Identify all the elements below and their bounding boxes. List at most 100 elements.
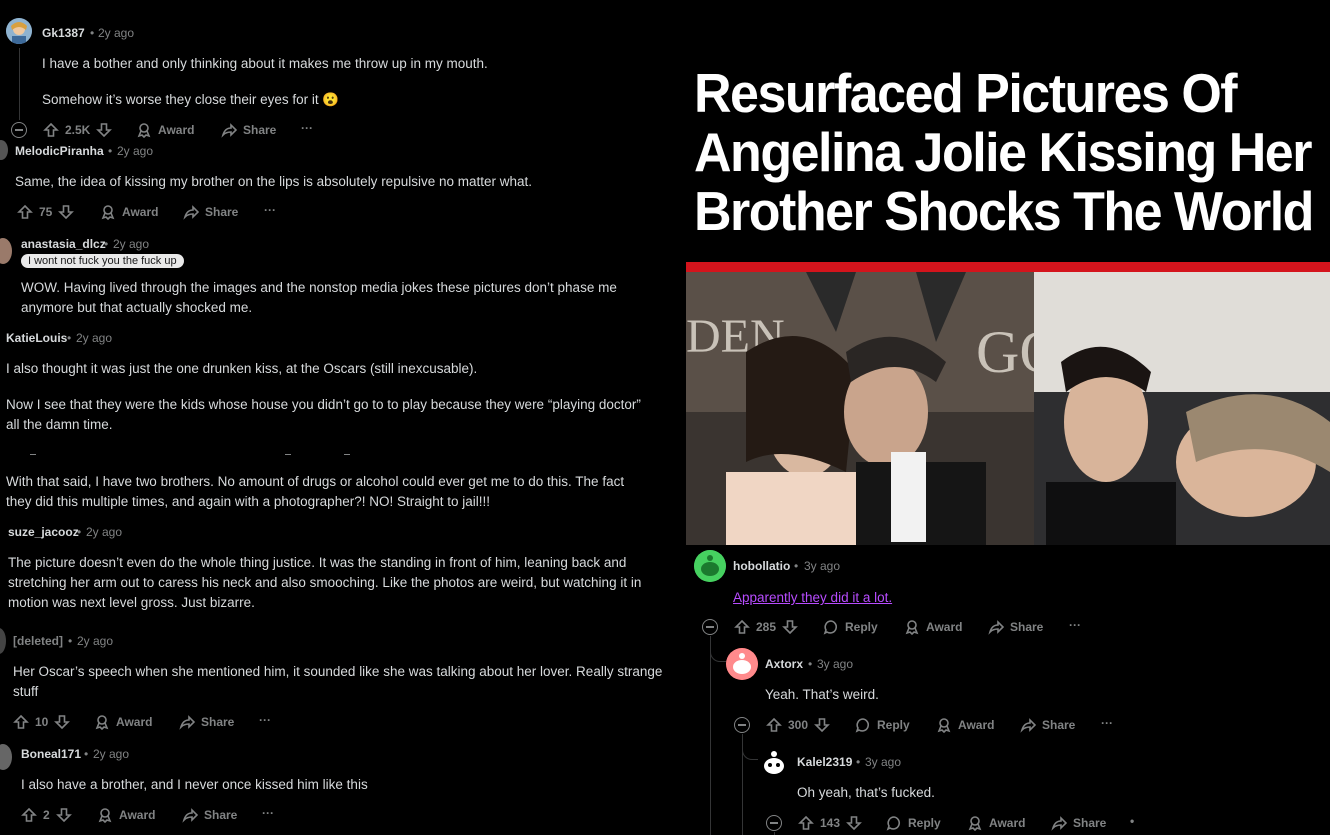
award-button[interactable]: Award [904,619,962,635]
more-options-button[interactable]: ··· [1101,716,1113,730]
downvote-icon[interactable] [782,619,798,635]
collapse-button[interactable] [702,619,718,635]
comment-link[interactable]: Apparently they did it a lot. [733,590,892,605]
separator-dot: • [90,26,95,40]
comment-author: [deleted] [13,634,64,648]
thread-line[interactable] [19,48,20,120]
more-options-button[interactable]: ··· [301,121,313,135]
thread-line[interactable] [710,636,711,835]
award-icon [137,123,151,138]
award-label: Award [958,718,995,732]
comment-time[interactable]: 2y ago [77,634,113,648]
share-icon [183,205,199,220]
award-label: Award [926,620,963,634]
avatar[interactable] [0,744,12,770]
award-button[interactable]: Award [100,204,158,220]
comment-author[interactable]: anastasia_dlcz [21,237,106,251]
upvote-icon[interactable] [13,714,29,730]
reply-button[interactable]: Reply [886,815,941,831]
vote-count: 300 [788,718,809,732]
right-post-panel: Resurfaced Pictures Of Angelina Jolie Ki… [686,0,1330,835]
reply-label: Reply [845,620,878,634]
more-options-button[interactable]: ··· [259,713,271,727]
comment-actions: 143 [798,815,862,831]
award-button[interactable]: Award [967,815,1025,831]
award-icon [905,620,919,635]
comment-time[interactable]: 2y ago [76,331,112,345]
avatar[interactable] [726,648,758,680]
vote-count: 2 [43,808,50,822]
upvote-icon[interactable] [17,204,33,220]
award-button[interactable]: Award [136,122,194,138]
more-options-button[interactable]: ··· [1069,618,1081,632]
award-button[interactable]: Award [97,807,155,823]
share-button[interactable]: Share [179,714,234,730]
comment-time[interactable]: 2y ago [86,525,122,539]
award-button[interactable]: Award [94,714,152,730]
vote-count: 285 [756,620,777,634]
comment-time[interactable]: 2y ago [117,144,153,158]
comment-time[interactable]: 3y ago [817,657,853,671]
comment-time[interactable]: 3y ago [865,755,901,769]
collapse-button[interactable] [734,717,750,733]
upvote-icon[interactable] [734,619,750,635]
reply-icon [855,718,869,733]
share-button[interactable]: Share [183,204,238,220]
separator-dot: • [67,331,72,345]
upvote-icon[interactable] [766,717,782,733]
comment-actions: 300 [766,717,830,733]
avatar[interactable] [0,140,8,160]
comment-actions: 2 [21,807,72,823]
downvote-icon[interactable] [96,122,113,138]
avatar[interactable] [6,18,32,44]
avatar[interactable] [758,746,790,778]
downvote-icon[interactable] [814,717,830,733]
comment-author[interactable]: MelodicPiranha [15,144,104,158]
comment-text: I have a bother and only thinking about … [42,56,488,71]
downvote-icon[interactable] [58,204,75,220]
upvote-icon[interactable] [21,807,37,823]
downvote-icon[interactable] [846,815,862,831]
separator-dot: • [794,559,799,573]
avatar[interactable] [0,238,12,264]
avatar[interactable] [694,550,726,582]
comment-author[interactable]: Axtorx [765,657,803,671]
headline-line: Resurfaced Pictures Of [694,63,1238,125]
comment-time[interactable]: 2y ago [98,26,134,40]
comment-time[interactable]: 2y ago [113,237,149,251]
comment-author[interactable]: KatieLouis [6,331,67,345]
upvote-icon[interactable] [43,122,59,138]
comment-text: Yeah. That’s weird. [765,687,879,702]
avatar[interactable] [0,628,6,654]
divider [285,454,291,455]
award-label: Award [122,205,159,219]
more-options-button[interactable]: ··· [262,806,274,820]
comment-author[interactable]: Boneal171 [21,747,81,761]
photo-illustration: DEN GO [686,272,1330,545]
comment-actions: 2.5K [43,122,113,138]
award-label: Award [116,715,153,729]
comment-author[interactable]: Kalel2319 [797,755,852,769]
share-button[interactable]: Share [988,619,1043,635]
comment-author[interactable]: Gk1387 [42,26,85,40]
share-button[interactable]: Share [221,122,276,138]
collapse-button[interactable] [11,122,27,138]
collapse-button[interactable] [766,815,782,831]
vote-count: 143 [820,816,841,830]
reply-button[interactable]: Reply [855,717,910,733]
downvote-icon[interactable] [55,807,72,823]
downvote-icon[interactable] [54,714,71,730]
reply-button[interactable]: Reply [823,619,878,635]
comment-author[interactable]: hobollatio [733,559,790,573]
share-button[interactable]: Share [1020,717,1075,733]
comment-author[interactable]: suze_jacooz [8,525,79,539]
upvote-icon[interactable] [798,815,814,831]
comment-time[interactable]: 2y ago [93,747,129,761]
share-button[interactable]: Share [182,807,237,823]
comment-text: Same, the idea of kissing my brother on … [15,174,533,189]
share-label: Share [204,808,238,822]
share-button[interactable]: Share [1051,815,1106,831]
more-options-button[interactable]: ··· [264,203,276,217]
award-button[interactable]: Award [936,717,994,733]
comment-time[interactable]: 3y ago [804,559,840,573]
